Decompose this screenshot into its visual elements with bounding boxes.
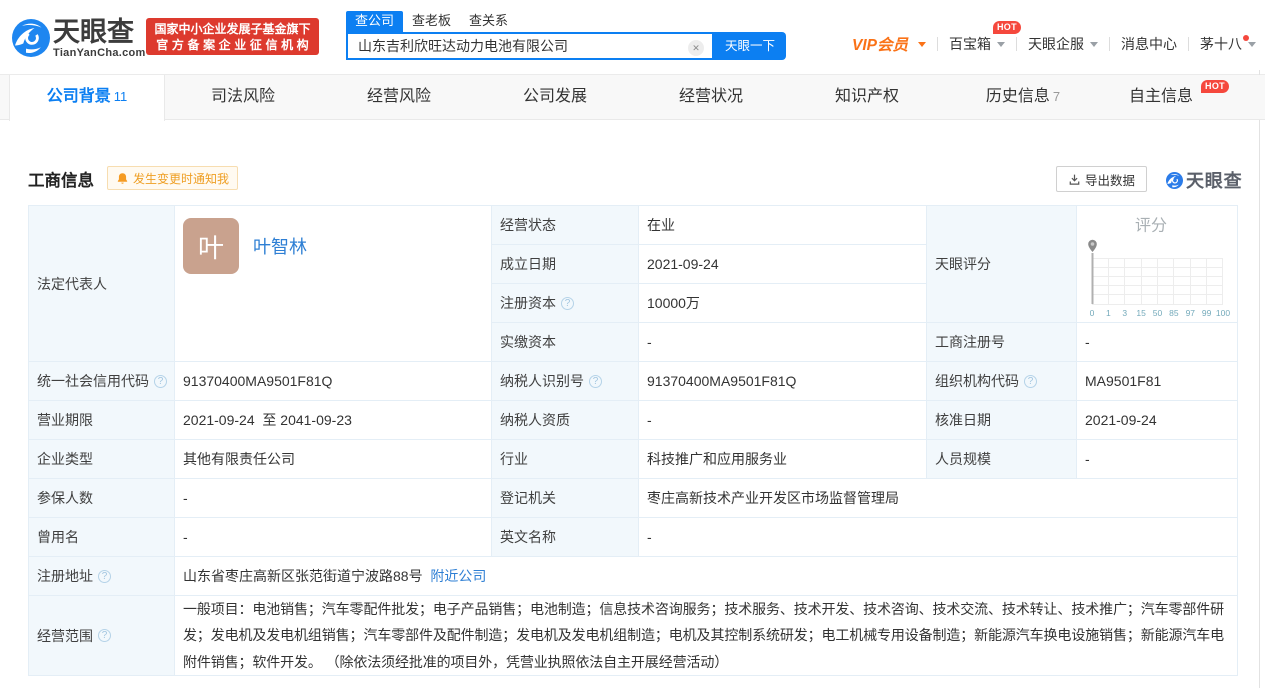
- svg-text:85: 85: [1169, 308, 1179, 318]
- svg-text:100: 100: [1216, 308, 1230, 318]
- svg-text:0: 0: [1090, 308, 1095, 318]
- svg-text:15: 15: [1136, 308, 1146, 318]
- svg-text:评分: 评分: [1135, 217, 1167, 235]
- svg-text:3: 3: [1122, 308, 1127, 318]
- svg-text:97: 97: [1186, 308, 1196, 318]
- svg-text:50: 50: [1153, 308, 1163, 318]
- svg-text:99: 99: [1202, 308, 1212, 318]
- svg-text:1: 1: [1106, 308, 1111, 318]
